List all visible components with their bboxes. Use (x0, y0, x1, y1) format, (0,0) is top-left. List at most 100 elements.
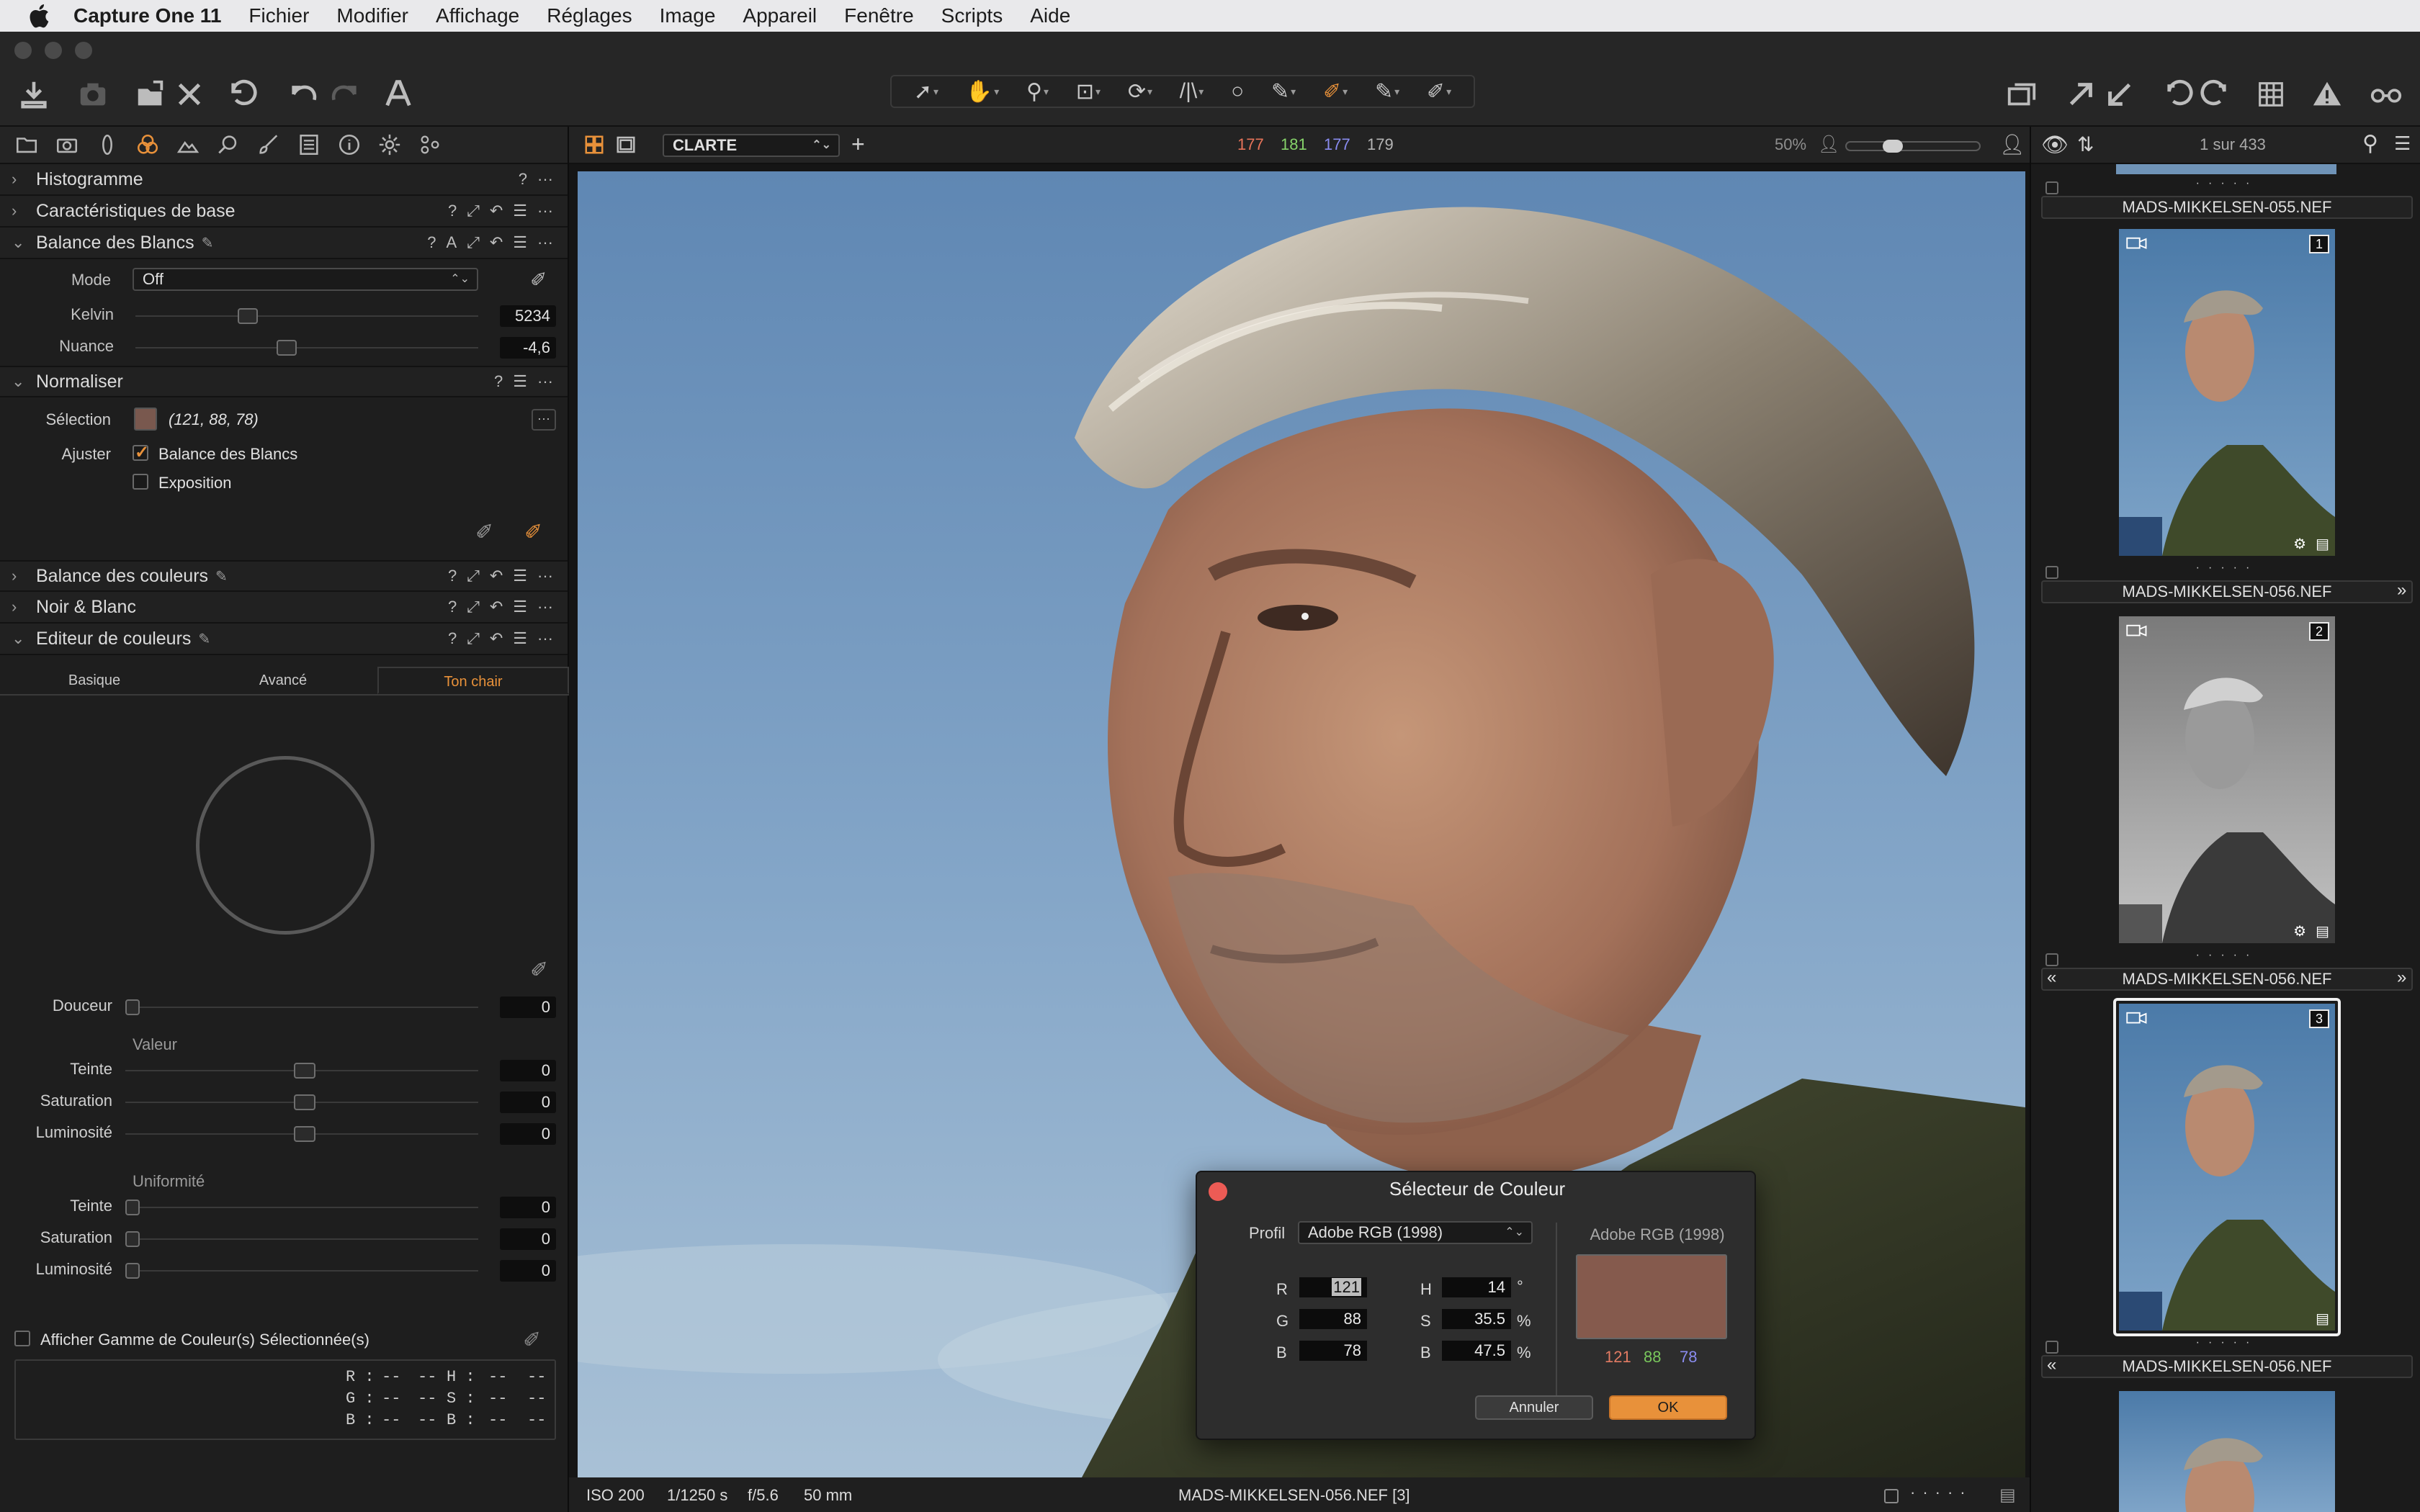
more-icon[interactable]: ··· (537, 629, 553, 648)
thumbnail-partial-top[interactable] (2116, 164, 2336, 174)
kelvin-slider-track[interactable] (135, 315, 478, 317)
pan-hand-icon[interactable]: ✋ ▾ (966, 79, 999, 104)
redo-icon[interactable] (324, 75, 363, 114)
exposure-tab-icon[interactable] (174, 131, 202, 158)
kelvin-slider-thumb[interactable] (238, 308, 258, 324)
presets-icon[interactable]: ☰ (513, 567, 527, 585)
tab-basic[interactable]: Basique (0, 667, 189, 694)
tint-slider-thumb[interactable] (277, 340, 297, 356)
crop-icon[interactable]: ⊡ ▾ (1076, 79, 1101, 104)
tint-slider-track[interactable] (135, 347, 478, 348)
uniformity-hue-slider[interactable] (125, 1207, 478, 1208)
reset-icon[interactable]: ↶ (490, 629, 503, 648)
menu-scripts[interactable]: Scripts (941, 4, 1003, 27)
menu-reglages[interactable]: Réglages (547, 4, 632, 27)
more-icon[interactable]: ··· (537, 567, 553, 585)
value-luminosity-thumb[interactable] (294, 1126, 315, 1142)
more-icon[interactable]: ··· (537, 170, 553, 189)
select-cursor-icon[interactable]: ➚ ▾ (914, 79, 938, 104)
thumb-select-checkbox[interactable] (2045, 953, 2058, 966)
selection-more-button[interactable]: ··· (532, 409, 556, 431)
style-select[interactable]: CLARTE ⌃⌄ (663, 134, 840, 157)
smoothness-slider[interactable] (125, 1007, 478, 1008)
zoom-loupe-icon[interactable]: ⚲ ▾ (1026, 79, 1049, 104)
thumb-select-checkbox[interactable] (2045, 181, 2058, 194)
skin-tone-color-wheel[interactable] (196, 756, 375, 935)
value-luminosity-value[interactable]: 0 (500, 1123, 556, 1145)
r-field[interactable]: 121 (1299, 1277, 1367, 1297)
more-icon[interactable]: ··· (537, 598, 553, 616)
multi-view-grid-icon[interactable] (583, 134, 605, 156)
copy-apply-icon[interactable]: ⤢ (467, 233, 480, 252)
stack-expand-icon[interactable]: » (2397, 968, 2406, 988)
auto-icon[interactable]: A (447, 233, 457, 252)
sort-icon[interactable]: ⇅ (2077, 132, 2094, 156)
spot-removal-icon[interactable]: ○ (1231, 79, 1244, 104)
section-normalize[interactable]: ⌄ Normaliser ? ☰ ··· (0, 366, 568, 397)
stack-expand-icon[interactable]: » (2397, 580, 2406, 600)
local-adjustments-brush-icon[interactable] (255, 131, 282, 158)
menu-image[interactable]: Image (660, 4, 716, 27)
help-icon[interactable]: ? (448, 567, 457, 585)
gamut-picker-icon[interactable]: ✐ (523, 1328, 541, 1353)
help-icon[interactable]: ? (427, 233, 436, 252)
s-field[interactable]: 35.5 (1442, 1309, 1511, 1329)
copy-settings-arrow-icon[interactable] (2061, 75, 2100, 114)
apply-normalize-icon[interactable]: ✐ (524, 520, 542, 545)
smoothness-slider-thumb[interactable] (125, 999, 140, 1015)
copy-apply-icon[interactable]: ⤢ (467, 629, 480, 648)
reset-icon[interactable]: ↶ (490, 567, 503, 585)
more-icon[interactable]: ··· (537, 233, 553, 252)
thumb-select-checkbox[interactable] (2045, 566, 2058, 579)
import-icon[interactable] (14, 75, 53, 114)
lens-tab-icon[interactable] (94, 131, 121, 158)
uniformity-saturation-value[interactable]: 0 (500, 1228, 556, 1250)
menu-appareil[interactable]: Appareil (743, 4, 817, 27)
normalize-exposure-checkbox[interactable] (133, 474, 148, 490)
draw-mask-icon[interactable]: ✎ ▾ (1375, 79, 1399, 104)
menu-fenetre[interactable]: Fenêtre (844, 4, 914, 27)
text-overlay-icon[interactable] (379, 75, 418, 114)
h-field[interactable]: 14 (1442, 1277, 1511, 1297)
thumb-rating-dots[interactable]: ····· (2041, 1336, 2413, 1349)
grid-icon[interactable] (2251, 75, 2290, 114)
output-gear-icon[interactable] (376, 131, 403, 158)
thumbnail-partial-bottom[interactable] (2119, 1391, 2335, 1512)
apply-settings-arrow-icon[interactable] (2100, 75, 2139, 114)
uniformity-luminosity-value[interactable]: 0 (500, 1260, 556, 1282)
select-checkbox[interactable] (1884, 1489, 1899, 1503)
kelvin-value[interactable]: 5234 (500, 305, 556, 327)
thumbnail-image[interactable]: 1 ⚙ ▤ (2119, 229, 2335, 556)
b-field[interactable]: 78 (1299, 1341, 1367, 1361)
section-color-balance[interactable]: › Balance des couleurs ✎ ? ⤢ ↶ ☰ ··· (0, 560, 568, 592)
uniformity-saturation-slider[interactable] (125, 1238, 478, 1240)
reset-icon[interactable] (225, 75, 264, 114)
copy-apply-icon[interactable]: ⤢ (467, 598, 480, 616)
reset-icon[interactable]: ↶ (490, 233, 503, 252)
thumbnail-image[interactable]: 2 ⚙ ▤ (2119, 616, 2335, 943)
add-style-plus-icon[interactable]: + (851, 131, 865, 158)
presets-icon[interactable]: ☰ (513, 372, 527, 391)
presets-icon[interactable]: ☰ (513, 598, 527, 616)
more-icon[interactable]: ··· (537, 372, 553, 391)
rating-dots[interactable]: ····· (1910, 1483, 1973, 1502)
help-icon[interactable]: ? (448, 629, 457, 648)
rotate-icon[interactable]: ⟳ ▾ (1128, 79, 1152, 104)
thumb-rating-dots[interactable]: ····· (2041, 949, 2413, 962)
apple-icon[interactable] (26, 1, 55, 30)
tab-skin-tone[interactable]: Ton chair (377, 667, 569, 694)
tint-value[interactable]: -4,6 (500, 337, 556, 359)
value-saturation-thumb[interactable] (294, 1094, 315, 1110)
move-to-folder-icon[interactable] (131, 75, 170, 114)
single-view-icon[interactable] (615, 134, 637, 156)
reset-icon[interactable]: ↶ (490, 202, 503, 220)
pick-normalize-color-icon[interactable]: ✐ (475, 520, 493, 545)
close-window-button[interactable] (14, 42, 32, 59)
presets-icon[interactable]: ☰ (513, 202, 527, 220)
color-tab-icon[interactable] (134, 131, 161, 158)
value-hue-value[interactable]: 0 (500, 1060, 556, 1081)
help-icon[interactable]: ? (519, 170, 527, 189)
library-tab-folder-icon[interactable] (13, 131, 40, 158)
show-gamut-checkbox[interactable] (14, 1331, 30, 1346)
keystone-icon[interactable]: /|\ ▾ (1180, 79, 1204, 104)
